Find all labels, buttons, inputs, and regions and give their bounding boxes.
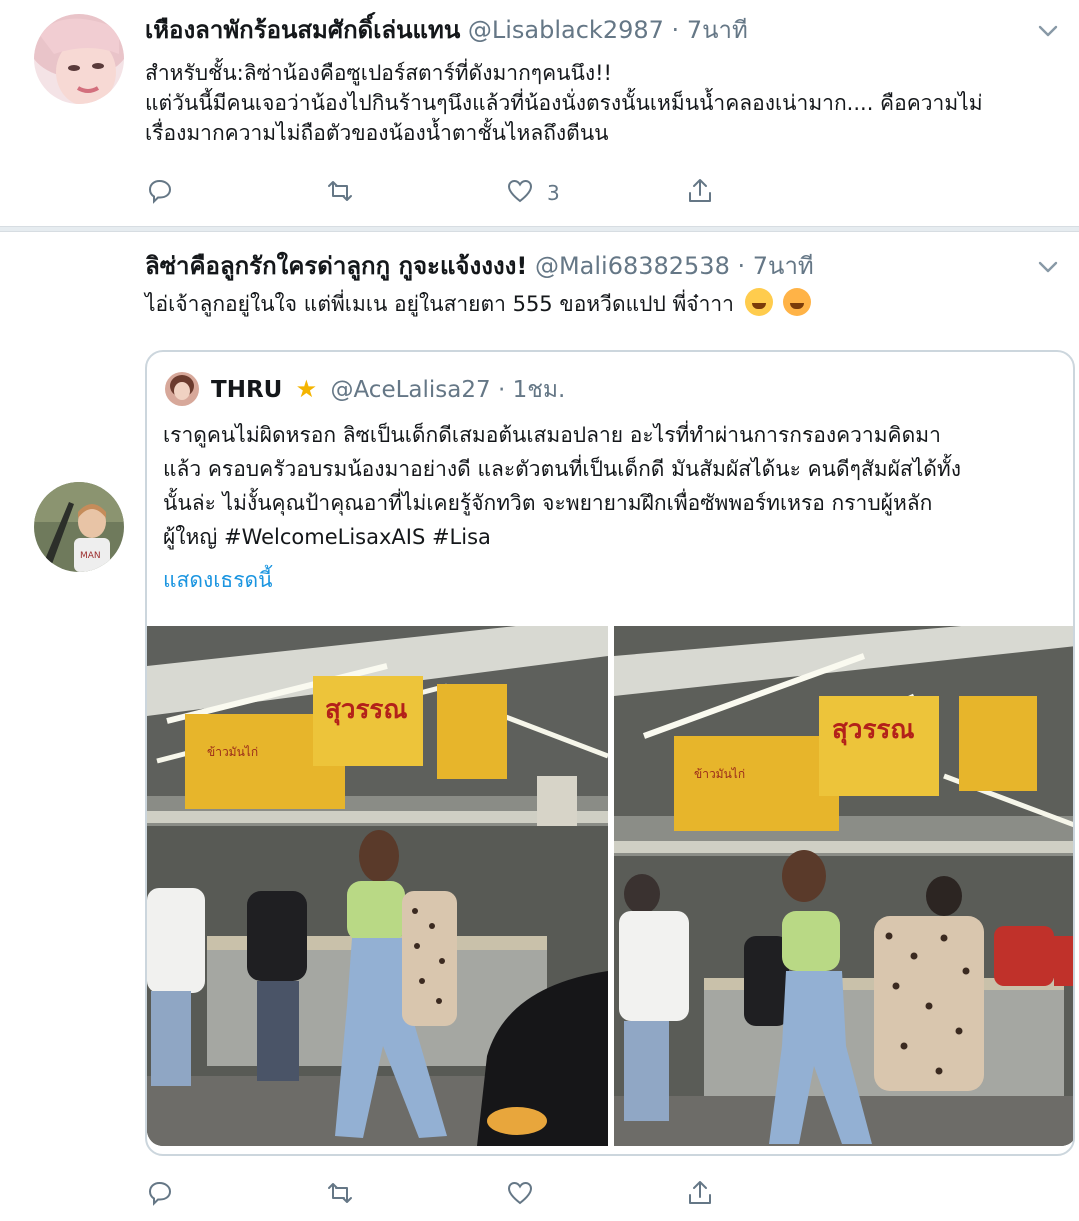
- smiling-face-with-hearts-icon: [783, 288, 812, 316]
- reply-icon: [145, 1178, 175, 1213]
- store-sign-small: ข้าวมันไก่: [694, 767, 745, 781]
- like-button[interactable]: 3: [505, 176, 560, 210]
- retweet-button[interactable]: [325, 176, 355, 210]
- quote-text-line: นั้นล่ะ ไม่งั้นคุณป้าคุณอาที่ไม่เคยรู้จั…: [163, 491, 933, 515]
- reply-button[interactable]: [145, 176, 175, 210]
- reply-icon: [145, 176, 175, 211]
- user-handle[interactable]: @Mali68382538: [535, 252, 730, 280]
- tweet-actions: [145, 1178, 745, 1212]
- share-button[interactable]: [685, 176, 715, 210]
- tweet-text-content: ไอ่เจ้าลูกอยู่ในใจ แต่พี่เมเน อยู่ในสายต…: [145, 292, 734, 316]
- tweet-text-line: แต่วันนี้มีคนเจอว่าน้องไปกินร้านๆนึงแล้ว…: [145, 91, 983, 115]
- quote-text: เราดูคนไม่ผิดหรอก ลิซเป็นเด็กดีเสมอต้นเส…: [163, 418, 1063, 554]
- tweet[interactable]: MAN ลิซ่าคือลูกรักใครด่าลูกกู กูจะแจ้งงง…: [0, 232, 1079, 1221]
- user-handle[interactable]: @Lisablack2987: [468, 16, 664, 44]
- reply-button[interactable]: [145, 1178, 175, 1212]
- quote-header: THRU ★ @AceLalisa27 · 1ชม.: [211, 372, 565, 407]
- display-name[interactable]: เหืองลาพักร้อนสมศักดิ์เล่นแทน: [145, 16, 460, 44]
- retweet-icon: [325, 176, 355, 211]
- tweet-header: เหืองลาพักร้อนสมศักดิ์เล่นแทน @Lisablack…: [145, 14, 748, 46]
- separator-dot: ·: [671, 16, 680, 44]
- like-button[interactable]: [505, 1178, 535, 1212]
- separator-dot: ·: [497, 377, 506, 403]
- display-name[interactable]: ลิซ่าคือลูกรักใครด่าลูกกู กูจะแจ้งงงง!: [145, 252, 527, 280]
- tweet-text-line: สำหรับชั้น:ลิซ่าน้องคือซูเปอร์สตาร์ที่ดั…: [145, 61, 612, 85]
- svg-text:MAN: MAN: [80, 551, 101, 561]
- tweet-actions: 3: [145, 176, 745, 210]
- avatar[interactable]: [34, 14, 124, 104]
- quote-user-handle[interactable]: @AceLalisa27: [330, 377, 490, 403]
- tweet[interactable]: เหืองลาพักร้อนสมศักดิ์เล่นแทน @Lisablack…: [0, 0, 1079, 226]
- heart-icon: [505, 1178, 535, 1213]
- store-sign-small: ข้าวมันไก่: [207, 745, 258, 759]
- retweet-icon: [325, 1178, 355, 1213]
- quoted-tweet[interactable]: THRU ★ @AceLalisa27 · 1ชม. เราดูคนไม่ผิด…: [145, 350, 1075, 1156]
- face-with-tears-of-joy-icon: [744, 288, 773, 316]
- quote-display-name[interactable]: THRU: [211, 377, 282, 403]
- retweet-button[interactable]: [325, 1178, 355, 1212]
- tweet-header: ลิซ่าคือลูกรักใครด่าลูกกู กูจะแจ้งงงง! @…: [145, 250, 814, 282]
- quote-text-line: ผู้ใหญ่ #WelcomeLisaxAIS #Lisa: [163, 525, 491, 549]
- quote-avatar[interactable]: [165, 372, 199, 406]
- store-sign-text: สุวรรณ: [325, 695, 408, 726]
- quote-text-line: แล้ว ครอบครัวอบรมน้องมาอย่างดี และตัวตนท…: [163, 457, 961, 481]
- timestamp[interactable]: 7นาที: [753, 252, 814, 280]
- separator-dot: ·: [737, 252, 746, 280]
- share-icon: [685, 1178, 715, 1213]
- quote-timestamp[interactable]: 1ชม.: [513, 377, 566, 403]
- share-icon: [685, 176, 715, 211]
- star-icon: ★: [295, 375, 318, 403]
- like-count: 3: [547, 181, 560, 205]
- timestamp[interactable]: 7นาที: [687, 16, 748, 44]
- show-thread-link[interactable]: แสดงเธรดนี้: [163, 564, 273, 597]
- tweet-text: ไอ่เจ้าลูกอยู่ในใจ แต่พี่เมเน อยู่ในสายต…: [145, 288, 1060, 319]
- store-sign-text: สุวรรณ: [832, 715, 915, 746]
- tweet-text-line: เรื่องมากความไม่ถือตัวของน้องน้ำตาชั้นไห…: [145, 121, 609, 145]
- heart-icon: [505, 176, 535, 211]
- avatar[interactable]: MAN: [34, 482, 124, 572]
- share-button[interactable]: [685, 1178, 715, 1212]
- chevron-down-icon[interactable]: [1035, 18, 1061, 44]
- tweet-photo[interactable]: สุวรรณ ข้าวมันไก่: [614, 626, 1073, 1146]
- chevron-down-icon[interactable]: [1035, 254, 1061, 280]
- quote-text-line: เราดูคนไม่ผิดหรอก ลิซเป็นเด็กดีเสมอต้นเส…: [163, 423, 941, 447]
- tweet-text: สำหรับชั้น:ลิซ่าน้องคือซูเปอร์สตาร์ที่ดั…: [145, 58, 1060, 148]
- tweet-photo[interactable]: สุวรรณ ข้าวมันไก่: [147, 626, 608, 1146]
